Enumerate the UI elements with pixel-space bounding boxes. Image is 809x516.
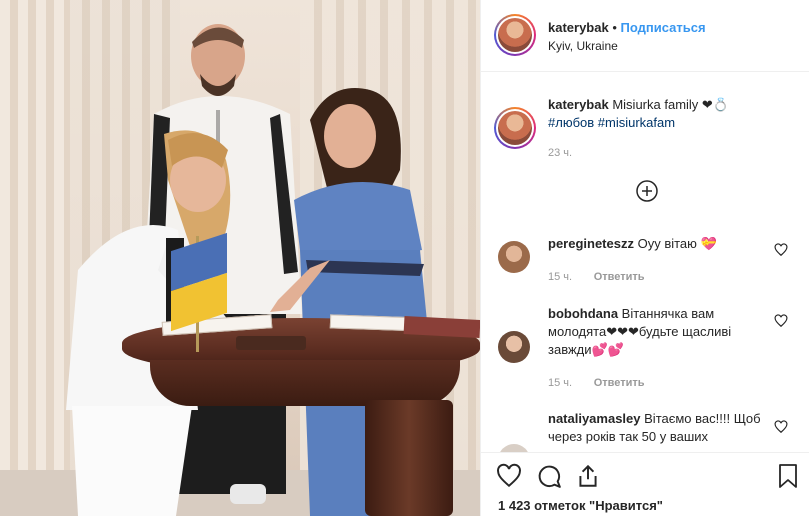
comment-meta: 15 ч. Ответить [548, 268, 645, 283]
caption-username[interactable]: katerybak [548, 97, 609, 112]
post-actions: 1 423 отметок "Нравится" [481, 452, 809, 516]
caption-text: Misiurka family ❤💍 [612, 97, 729, 112]
commenter-avatar[interactable] [498, 241, 530, 273]
caption: katerybak Misiurka family ❤💍 #любов #mis… [548, 96, 768, 132]
comment: nataliyamasley Вітаємо вас!!!! Щоб через… [548, 410, 768, 446]
share-icon[interactable] [575, 463, 601, 489]
comment: peregineteszz Оуу вітаю 💝 [548, 235, 768, 253]
comment-time: 15 ч. [548, 271, 573, 283]
plus-circle-icon[interactable] [636, 180, 658, 202]
location-link[interactable]: Kyiv, Ukraine [548, 39, 618, 53]
hashtag-link[interactable]: #misiurkafam [598, 115, 675, 130]
table-leg [365, 400, 453, 516]
comment-text: Оуу вітаю 💝 [637, 236, 717, 251]
comment-icon[interactable] [536, 463, 562, 489]
post-header: katerybak • Подписаться Kyiv, Ukraine [481, 0, 809, 72]
author-username[interactable]: katerybak [548, 20, 609, 35]
heart-icon[interactable] [774, 314, 788, 328]
post-sidebar: katerybak • Подписаться Kyiv, Ukraine ka… [480, 0, 809, 516]
commenter-avatar[interactable] [498, 331, 530, 363]
comment-meta: 15 ч. Ответить [548, 374, 645, 389]
likes-count[interactable]: 1 423 отметок "Нравится" [498, 498, 663, 513]
commenter-avatar[interactable] [498, 444, 530, 452]
bookmark-icon[interactable] [776, 463, 800, 489]
hashtag-link[interactable]: #любов [548, 115, 594, 130]
comment: bobohdana Вітаннячка вам молодята❤❤❤будь… [548, 305, 768, 359]
comments-list[interactable]: katerybak Misiurka family ❤💍 #любов #mis… [481, 72, 809, 452]
instagram-post-viewer: katerybak • Подписаться Kyiv, Ukraine ka… [0, 0, 809, 516]
follow-button[interactable]: Подписаться [621, 20, 706, 35]
comment-username[interactable]: nataliyamasley [548, 411, 641, 426]
pen-holder [236, 336, 306, 350]
heart-icon[interactable] [774, 243, 788, 257]
comment-username[interactable]: peregineteszz [548, 236, 634, 251]
comment-username[interactable]: bobohdana [548, 306, 618, 321]
heart-icon[interactable] [774, 420, 788, 434]
caption-time: 23 ч. [548, 147, 573, 159]
reply-button[interactable]: Ответить [594, 377, 645, 389]
caption-avatar[interactable] [494, 107, 536, 149]
author-avatar[interactable] [494, 14, 536, 56]
heart-icon[interactable] [496, 463, 522, 489]
post-photo[interactable] [0, 0, 480, 516]
separator-dot: • [612, 20, 617, 35]
comment-time: 15 ч. [548, 377, 573, 389]
reply-button[interactable]: Ответить [594, 271, 645, 283]
